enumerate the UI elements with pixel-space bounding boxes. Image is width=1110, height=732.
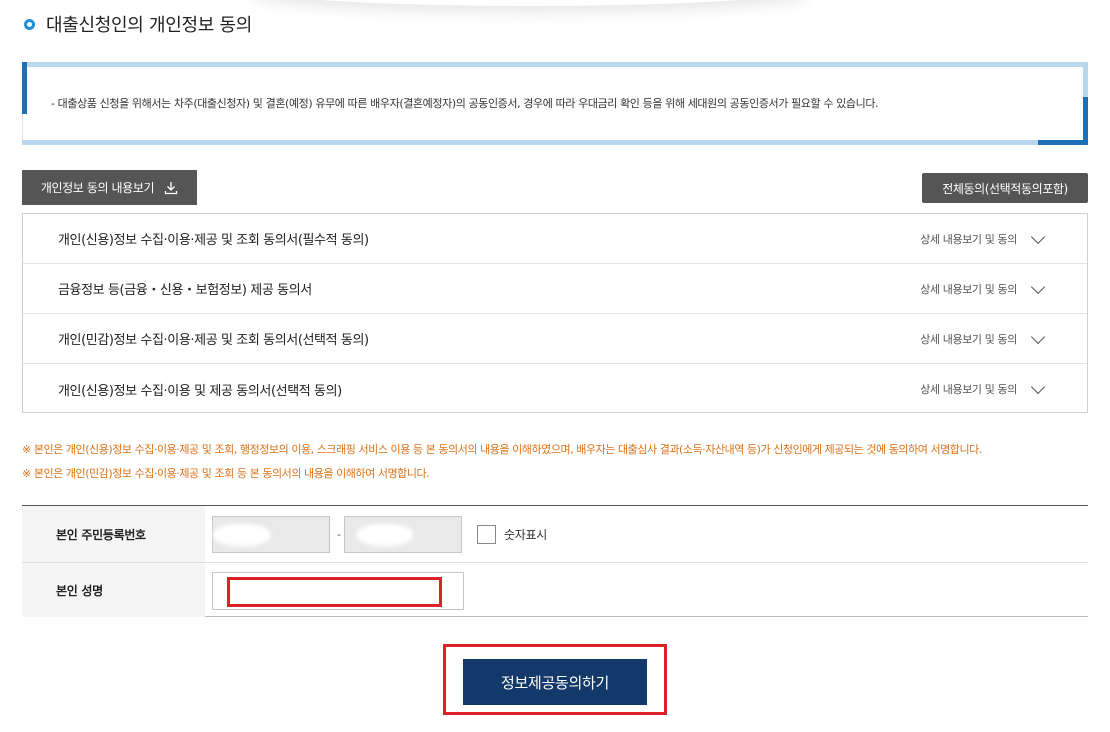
- warning-text: ※ 본인은 개인(신용)정보 수집·이용·제공 및 조회, 행정정보의 이용, …: [22, 443, 982, 456]
- bullet-icon: [24, 18, 35, 30]
- consent-list: 개인(신용)정보 수집·이용·제공 및 조회 동의서(필수적 동의) 상세 내용…: [22, 213, 1088, 413]
- consent-label: 개인(신용)정보 수집·이용·제공 및 조회 동의서(필수적 동의): [58, 233, 369, 248]
- consent-item[interactable]: 개인(신용)정보 수집·이용 및 제공 동의서(선택적 동의) 상세 내용보기 …: [23, 364, 1087, 414]
- name-label: 본인 성명: [22, 563, 205, 617]
- notice-box: - 대출상품 신청을 위해서는 차주(대출신청자) 및 결혼(예정) 유무에 따…: [22, 62, 1088, 145]
- ssn-front-input[interactable]: [212, 516, 330, 553]
- ssn-separator: -: [337, 528, 341, 541]
- redaction-mask: [213, 524, 271, 546]
- show-digits-label[interactable]: 숫자표시: [504, 526, 547, 543]
- consent-detail-link[interactable]: 상세 내용보기 및 동의: [920, 281, 1017, 297]
- section-header: 대출신청인의 개인정보 동의: [24, 10, 252, 38]
- chevron-down-icon[interactable]: [1030, 379, 1046, 395]
- consent-detail-link[interactable]: 상세 내용보기 및 동의: [920, 231, 1017, 247]
- notice-border-bottom: [22, 140, 1088, 145]
- download-icon: [164, 181, 178, 194]
- notice-border-left: [22, 62, 27, 114]
- chevron-down-icon[interactable]: [1030, 229, 1046, 245]
- name-row: 본인 성명: [22, 562, 1088, 617]
- chevron-down-icon[interactable]: [1030, 279, 1046, 295]
- chevron-down-icon[interactable]: [1030, 329, 1046, 345]
- ssn-label: 본인 주민등록번호: [22, 506, 205, 562]
- identity-form: 본인 주민등록번호 - 숫자표시 본인 성명: [22, 505, 1088, 617]
- consent-label: 금융정보 등(금융・신용・보험정보) 제공 동의서: [58, 283, 312, 298]
- consent-item[interactable]: 금융정보 등(금융・신용・보험정보) 제공 동의서 상세 내용보기 및 동의: [23, 264, 1087, 314]
- view-consent-label: 개인정보 동의 내용보기: [40, 181, 155, 195]
- ssn-back-input[interactable]: [344, 516, 462, 553]
- show-digits-checkbox[interactable]: [477, 525, 496, 544]
- notice-accent-right: [1083, 97, 1088, 145]
- notice-accent-bottom: [1038, 140, 1088, 145]
- consent-label: 개인(민감)정보 수집·이용·제공 및 조회 동의서(선택적 동의): [58, 333, 369, 348]
- section-title: 대출신청인의 개인정보 동의: [46, 15, 252, 36]
- consent-detail-link[interactable]: 상세 내용보기 및 동의: [920, 331, 1017, 347]
- consent-detail-link[interactable]: 상세 내용보기 및 동의: [920, 381, 1017, 397]
- notice-text: - 대출상품 신청을 위해서는 차주(대출신청자) 및 결혼(예정) 유무에 따…: [51, 97, 879, 110]
- consent-item[interactable]: 개인(신용)정보 수집·이용·제공 및 조회 동의서(필수적 동의) 상세 내용…: [23, 214, 1087, 264]
- view-consent-button[interactable]: 개인정보 동의 내용보기: [22, 170, 197, 205]
- redaction-mask: [357, 524, 413, 546]
- consent-item[interactable]: 개인(민감)정보 수집·이용·제공 및 조회 동의서(선택적 동의) 상세 내용…: [23, 314, 1087, 364]
- warning-text: ※ 본인은 개인(민감)정보 수집·이용·제공 및 조회 등 본 동의서의 내용…: [22, 467, 430, 480]
- submit-consent-button[interactable]: 정보제공동의하기: [463, 659, 647, 705]
- notice-border-top: [22, 62, 1088, 67]
- name-highlight-box: [227, 577, 442, 607]
- top-shadow: [250, 0, 810, 6]
- ssn-row: 본인 주민등록번호 - 숫자표시: [22, 506, 1088, 562]
- agree-all-button[interactable]: 전체동의(선택적동의포함): [922, 173, 1088, 203]
- consent-label: 개인(신용)정보 수집·이용 및 제공 동의서(선택적 동의): [58, 383, 342, 399]
